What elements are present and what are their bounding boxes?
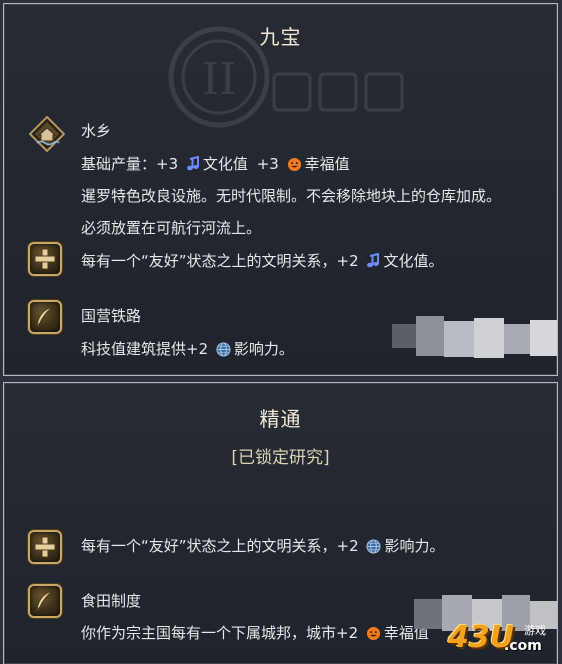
policy-amount: +2	[336, 624, 359, 642]
globe-icon	[366, 539, 381, 554]
ability-label: 影响力。	[384, 537, 445, 555]
yield-prefix: 基础产量：	[81, 155, 157, 173]
plus-cross-icon	[28, 530, 62, 564]
watermark-suffix: .com	[504, 638, 542, 654]
ability-amount: +2	[336, 537, 359, 555]
culture-amount: +3	[156, 155, 179, 173]
amenity-amount: +3	[256, 155, 279, 173]
panel-title: 精通	[259, 407, 302, 431]
ability-line: 每有一个“友好”状态之上的文明关系，+2 影响力。	[81, 536, 444, 556]
ability-label: 文化值。	[383, 252, 444, 270]
feature-yield-line: 基础产量：+3 文化值 +3 幸福值	[81, 154, 350, 174]
tooltip-panel-jiubao: II 九宝 水乡 基础产量：+3 文化值 +3 幸福值 暹罗特色改良设施。无时代…	[3, 3, 558, 376]
ability-text: 每有一个“友好”状态之上的文明关系，	[81, 252, 337, 270]
amenity-label: 幸福值	[304, 155, 350, 173]
policy-amount: +2	[186, 340, 209, 358]
feature-desc-line1: 暹罗特色改良设施。无时代限制。不会移除地块上的仓库加成。	[81, 187, 502, 205]
water-village-icon	[28, 115, 66, 153]
smiley-face-icon	[366, 626, 380, 641]
site-watermark-logo: 43U .com 游戏	[444, 618, 562, 664]
pixelated-watermark	[392, 316, 557, 366]
ability-text: 每有一个“友好”状态之上的文明关系，	[81, 537, 337, 555]
locked-research-label: [已锁定研究]	[231, 448, 330, 468]
globe-icon	[216, 342, 231, 357]
policy-name: 食田制度	[81, 592, 142, 610]
watermark-tag: 游戏	[524, 624, 546, 637]
policy-name: 国营铁路	[81, 307, 142, 325]
policy-effect-line: 你作为宗主国每有一个下属城邦，城市+2 幸福值	[81, 623, 429, 643]
policy-text: 你作为宗主国每有一个下属城邦，城市	[81, 624, 337, 642]
music-note-icon	[186, 156, 199, 171]
panel-title: 九宝	[259, 25, 302, 49]
quill-icon	[28, 300, 62, 334]
plus-cross-icon	[28, 242, 62, 276]
svg-text:II: II	[202, 54, 237, 105]
ability-line: 每有一个“友好”状态之上的文明关系，+2 文化值。	[81, 251, 443, 271]
ability-amount: +2	[336, 252, 359, 270]
policy-text: 科技值建筑提供	[81, 340, 187, 358]
smiley-face-icon	[287, 157, 301, 172]
policy-label: 影响力。	[233, 340, 294, 358]
quill-icon	[28, 584, 62, 618]
policy-effect-line: 科技值建筑提供+2 影响力。	[81, 339, 294, 359]
feature-desc-line2: 必须放置在可航行河流上。	[81, 219, 262, 237]
music-note-icon	[367, 253, 380, 268]
culture-label: 文化值	[202, 155, 248, 173]
feature-name: 水乡	[81, 122, 112, 140]
